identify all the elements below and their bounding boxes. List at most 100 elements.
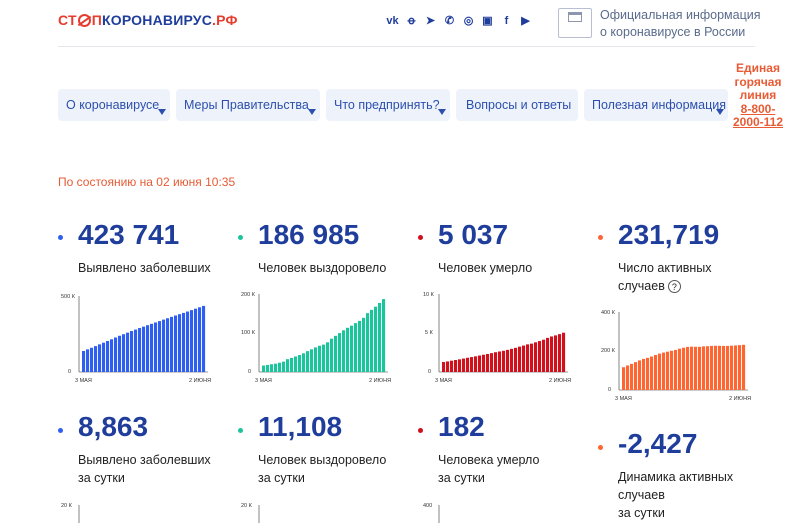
nav-useful-info[interactable]: Полезная информация	[584, 89, 728, 121]
whatsapp-icon[interactable]: ◎	[462, 14, 475, 27]
chart-bar[interactable]	[170, 316, 174, 372]
chart-bar[interactable]	[622, 367, 626, 390]
chart-bar[interactable]	[634, 362, 638, 390]
nav-what-to-do[interactable]: Что предпринять?	[326, 89, 450, 121]
chart-bar[interactable]	[182, 312, 186, 372]
chart-bar[interactable]	[326, 342, 330, 372]
chart-bar[interactable]	[638, 360, 642, 390]
chart-bar[interactable]	[142, 326, 146, 372]
chart-bar[interactable]	[166, 318, 170, 372]
chart-bar[interactable]	[298, 355, 302, 372]
nav-about-virus[interactable]: О коронавирусе	[58, 89, 170, 121]
chart-bar[interactable]	[346, 327, 350, 372]
chart-bar[interactable]	[174, 315, 178, 372]
chart-bar[interactable]	[694, 346, 698, 390]
chart-bar[interactable]	[474, 356, 478, 372]
chart-bar[interactable]	[486, 354, 490, 372]
chart-bar[interactable]	[98, 344, 102, 372]
chart-bar[interactable]	[186, 311, 190, 372]
chart-bar[interactable]	[482, 354, 486, 372]
chart-bar[interactable]	[734, 345, 738, 390]
chart-bar[interactable]	[86, 349, 90, 372]
chart-bar[interactable]	[382, 299, 386, 372]
hotline[interactable]: Единая горячая линия 8-800-2000-112	[730, 61, 786, 130]
chart-bar[interactable]	[662, 352, 666, 390]
chart-bar[interactable]	[714, 345, 718, 390]
chart-bar[interactable]	[150, 323, 154, 372]
chart-bar[interactable]	[446, 361, 450, 372]
chart-bar[interactable]	[706, 346, 710, 390]
chart-bar[interactable]	[630, 363, 634, 390]
viber-icon[interactable]: ✆	[443, 14, 456, 27]
chart-bar[interactable]	[450, 360, 454, 372]
chart-bar[interactable]	[162, 319, 166, 372]
chart-bar[interactable]	[334, 335, 338, 372]
chart-bar[interactable]	[290, 357, 294, 372]
chart-bar[interactable]	[458, 359, 462, 373]
chart-bar[interactable]	[506, 349, 510, 372]
chart-bar[interactable]	[126, 332, 130, 372]
chart-bar[interactable]	[554, 335, 558, 372]
chart-bar[interactable]	[178, 314, 182, 372]
chart-bar[interactable]	[682, 347, 686, 390]
chart-bar[interactable]	[498, 351, 502, 372]
chart-bar[interactable]	[550, 336, 554, 372]
gov-info[interactable]: Официальная информация о коронавирусе в …	[600, 7, 761, 41]
chart-bar[interactable]	[94, 346, 98, 372]
chart-bar[interactable]	[350, 325, 354, 372]
chart-bar[interactable]	[702, 346, 706, 390]
chart-bar[interactable]	[338, 333, 342, 372]
chart-bar[interactable]	[154, 322, 158, 372]
chart-bar[interactable]	[274, 363, 278, 372]
chart-bar[interactable]	[370, 309, 374, 372]
chart-bar[interactable]	[538, 341, 542, 372]
chart-bar[interactable]	[294, 356, 298, 372]
hotline-number[interactable]: 8-800-2000-112	[730, 102, 786, 130]
chart-bar[interactable]	[698, 346, 702, 390]
chart-bar[interactable]	[722, 345, 726, 390]
chart-bar[interactable]	[110, 339, 114, 372]
chart-bar[interactable]	[542, 339, 546, 372]
chart-bar[interactable]	[478, 355, 482, 373]
help-icon[interactable]: ?	[667, 280, 681, 294]
chart-bar[interactable]	[318, 345, 322, 372]
chart-bar[interactable]	[278, 362, 282, 372]
chart-bar[interactable]	[658, 353, 662, 390]
chart-bar[interactable]	[106, 341, 110, 372]
chart-bar[interactable]	[102, 342, 106, 372]
chart-bar[interactable]	[738, 345, 742, 390]
chart-bar[interactable]	[558, 334, 562, 372]
chart-bar[interactable]	[726, 345, 730, 390]
nav-government-measures[interactable]: Меры Правительства	[176, 89, 320, 121]
chart-bar[interactable]	[158, 321, 162, 372]
chart-bar[interactable]	[466, 357, 470, 372]
chart-bar[interactable]	[374, 306, 378, 372]
chart-bar[interactable]	[146, 325, 150, 372]
chart-bar[interactable]	[462, 358, 466, 372]
chart-bar[interactable]	[642, 358, 646, 390]
chart-bar[interactable]	[90, 347, 94, 372]
chart-bar[interactable]	[378, 302, 382, 372]
chart-bar[interactable]	[190, 310, 194, 372]
chart-bar[interactable]	[266, 364, 270, 372]
chart-bar[interactable]	[742, 344, 746, 390]
chart-bar[interactable]	[198, 307, 202, 372]
chart-bar[interactable]	[454, 360, 458, 372]
chart-bar[interactable]	[262, 365, 266, 372]
chart-bar[interactable]	[134, 329, 138, 372]
vk-icon[interactable]: vk	[386, 14, 399, 27]
chart-bar[interactable]	[650, 356, 654, 390]
chart-bar[interactable]	[202, 305, 206, 372]
chart-bar[interactable]	[322, 344, 326, 372]
chart-bar[interactable]	[194, 308, 198, 372]
chart-bar[interactable]	[690, 346, 694, 390]
chart-bar[interactable]	[502, 350, 506, 372]
chart-bar[interactable]	[442, 362, 446, 372]
chart-bar[interactable]	[306, 351, 310, 372]
chart-bar[interactable]	[510, 348, 514, 372]
chart-bar[interactable]	[490, 353, 494, 372]
chart-bar[interactable]	[730, 345, 734, 390]
instagram-icon[interactable]: ▣	[481, 14, 494, 27]
ok-icon[interactable]: ꝋ	[405, 14, 418, 27]
chart-bar[interactable]	[686, 346, 690, 390]
